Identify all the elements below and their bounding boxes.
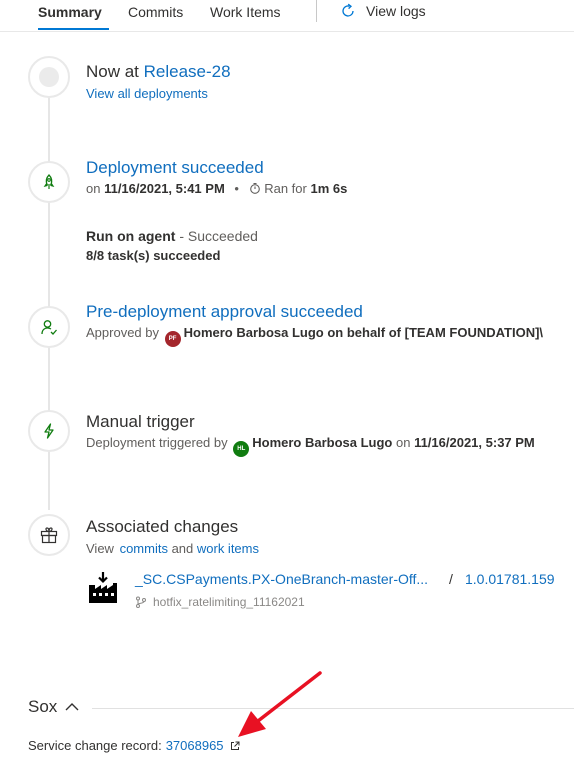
rocket-icon	[43, 174, 55, 189]
avatar: PF	[164, 331, 181, 347]
trigger-title: Manual trigger	[86, 412, 195, 431]
approver-name: Homero Barbosa Lugo on behalf of [TEAM F…	[183, 325, 544, 340]
changes-title: Associated changes	[86, 517, 239, 536]
approval-meta: Approved by PF Homero Barbosa Lugo on beh…	[86, 325, 543, 347]
deployment-meta: on 11/16/2021, 5:41 PM • Ran for 1m 6s	[86, 181, 348, 196]
task-count: 8/8 task(s) succeeded	[86, 248, 221, 263]
section-divider	[92, 708, 574, 709]
approval-node	[28, 306, 70, 348]
sox-section-toggle[interactable]: Sox	[28, 697, 79, 717]
commits-link[interactable]: commits	[120, 541, 168, 556]
current-dot-icon	[39, 67, 59, 87]
factory-download-icon	[89, 572, 117, 603]
release-link[interactable]: Release-28	[144, 62, 231, 81]
stopwatch-icon	[249, 182, 260, 194]
gift-icon	[40, 527, 58, 544]
deployment-node	[28, 161, 70, 203]
work-items-link[interactable]: work items	[197, 541, 259, 556]
view-logs-button[interactable]: View logs	[340, 3, 426, 19]
artifact-branch: hotfix_ratelimiting_11162021	[135, 595, 305, 609]
view-logs-label: View logs	[366, 3, 426, 19]
chevron-up-icon	[65, 703, 79, 711]
approval-title[interactable]: Pre-deployment approval succeeded	[86, 302, 363, 322]
artifact-link[interactable]: _SC.CSPayments.PX-OneBranch-master-Off..…	[135, 571, 428, 587]
artifact-separator: /	[449, 571, 453, 587]
view-deployments: View all deployments	[86, 86, 208, 101]
changes-node	[28, 514, 70, 556]
deployment-title[interactable]: Deployment succeeded	[86, 158, 264, 178]
all-deployments-link[interactable]: all deployments	[118, 86, 208, 101]
agent-status[interactable]: Run on agent - Succeeded	[86, 228, 258, 244]
tab-divider	[316, 0, 317, 22]
branch-icon	[136, 596, 146, 608]
changes-links: View commits and work items	[86, 541, 259, 556]
annotation-arrow	[238, 671, 322, 737]
trigger-node	[28, 410, 70, 452]
service-record-link[interactable]: 37068965	[166, 738, 224, 753]
trigger-meta: Deployment triggered by HL Homero Barbosa…	[86, 435, 535, 457]
trigger-user: Homero Barbosa Lugo	[252, 435, 393, 450]
tab-bar: Summary Commits Work Items View logs	[0, 0, 574, 32]
avatar: HL	[233, 441, 250, 457]
refresh-arrow-icon	[342, 3, 354, 17]
tab-summary[interactable]: Summary	[38, 4, 102, 20]
now-at-node	[28, 56, 70, 98]
person-check-icon	[41, 320, 57, 335]
external-link-icon[interactable]	[230, 741, 240, 751]
tab-commits[interactable]: Commits	[128, 4, 183, 20]
active-tab-indicator	[38, 28, 109, 30]
tab-work-items[interactable]: Work Items	[210, 4, 281, 20]
artifact-version-link[interactable]: 1.0.01781.159	[465, 571, 555, 587]
now-at-title: Now at Release-28	[86, 62, 231, 81]
service-change-record: Service change record: 37068965	[28, 738, 240, 753]
lightning-icon	[44, 423, 54, 439]
